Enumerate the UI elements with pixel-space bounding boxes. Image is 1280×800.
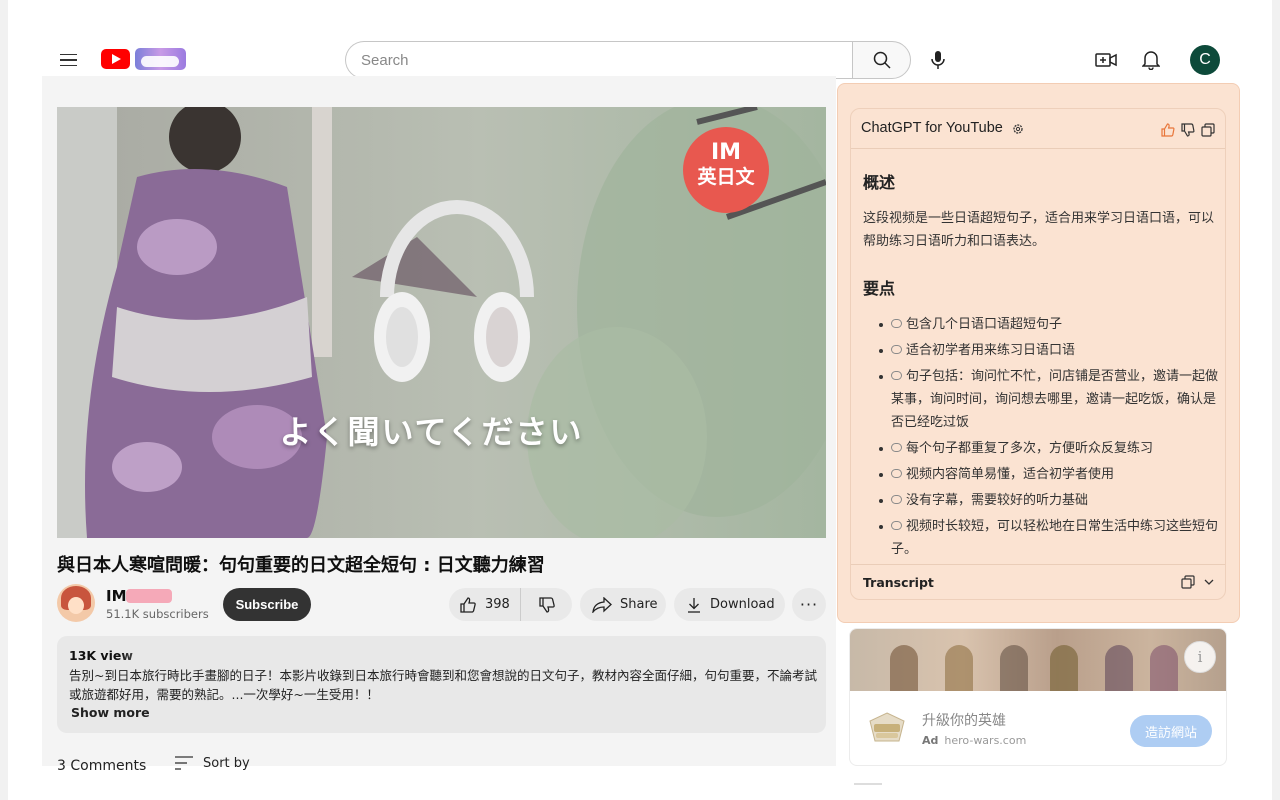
hero-figure — [945, 645, 973, 691]
show-more-link[interactable]: Show more — [71, 705, 150, 720]
youtube-logo[interactable] — [101, 49, 130, 69]
video-create-icon — [1095, 52, 1117, 68]
channel-name-redaction — [126, 589, 172, 603]
badge-line-2: 英日文 — [683, 165, 769, 189]
like-dislike-group: 398 — [449, 588, 572, 621]
sort-by-button[interactable]: Sort by — [203, 756, 250, 771]
ad-title[interactable]: 升級你的英雄 — [922, 710, 1006, 730]
share-label: Share — [620, 597, 658, 612]
search-input[interactable] — [361, 52, 852, 69]
voice-search-button[interactable] — [922, 44, 954, 76]
transcript-actions — [1181, 575, 1215, 589]
sort-icon[interactable] — [175, 756, 193, 770]
thumbs-up-icon — [459, 596, 477, 614]
more-actions-button[interactable]: ··· — [792, 588, 826, 621]
hero-figure — [1150, 645, 1178, 691]
speech-bubble-icon — [891, 319, 902, 328]
speech-bubble-icon — [891, 345, 902, 354]
speech-bubble-icon — [891, 443, 902, 452]
hero-wars-logo — [866, 711, 908, 745]
description-box[interactable]: 13K view 告別~到日本旅行時比手畫腳的日子！本影片收錄到日本旅行時會聽到… — [57, 636, 826, 733]
ad-info-button[interactable]: i — [1184, 641, 1216, 673]
list-item: 句子包括：询问忙不忙，问店铺是否营业，邀请一起做某事，询问时间，询问想去哪里，邀… — [863, 365, 1219, 434]
search-icon — [873, 51, 891, 69]
ad-banner-image[interactable]: i — [850, 629, 1226, 691]
description-text: 告別~到日本旅行時比手畫腳的日子！本影片收錄到日本旅行時會聽到和您會想說的日文句… — [69, 666, 819, 704]
badge-line-1: IM — [683, 141, 769, 165]
divider — [851, 564, 1225, 565]
ad-domain: hero-wars.com — [944, 734, 1026, 747]
transcript-toggle[interactable]: Transcript — [863, 575, 934, 590]
video-title: 與日本人寒喧問暖：句句重要的日文超全短句 : 日文聽力練習 — [57, 551, 545, 577]
thumbs-down-icon[interactable] — [1181, 123, 1195, 137]
thumbs-up-icon[interactable] — [1161, 123, 1175, 137]
chatgpt-extension-panel: ChatGPT for YouTube 概述 这段视频是一些日语超短句子，适合用… — [837, 83, 1240, 623]
channel-avatar[interactable] — [57, 584, 95, 622]
video-caption: よく聞いてください — [57, 407, 826, 453]
comments-count: 3 Comments — [57, 758, 146, 774]
youtube-doodle-logo[interactable] — [135, 48, 186, 70]
notifications-button[interactable] — [1135, 44, 1167, 76]
visit-site-button[interactable]: 造訪網站 — [1130, 715, 1212, 747]
hero-figure — [1105, 645, 1133, 691]
like-count: 398 — [485, 597, 510, 612]
download-label: Download — [710, 597, 775, 612]
subscribe-button[interactable]: Subscribe — [223, 588, 311, 621]
channel-name[interactable]: IM — [106, 587, 127, 605]
speech-bubble-icon — [891, 521, 902, 530]
menu-icon[interactable] — [52, 44, 84, 76]
ad-meta: Ad hero-wars.com — [922, 734, 1026, 747]
speech-bubble-icon — [891, 371, 902, 380]
summary-text: 这段视频是一些日语超短句子，适合用来学习日语口语，可以帮助练习日语听力和口语表达… — [863, 207, 1219, 253]
key-points-list: 包含几个日语口语超短句子 适合初学者用来练习日语口语 句子包括：询问忙不忙，问店… — [863, 313, 1219, 561]
list-item: 没有字幕，需要较好的听力基础 — [863, 489, 1219, 512]
like-button[interactable]: 398 — [449, 588, 521, 621]
speech-bubble-icon — [891, 495, 902, 504]
chatgpt-title: ChatGPT for YouTube — [861, 120, 1003, 136]
list-item: 适合初学者用来练习日语口语 — [863, 339, 1219, 362]
list-item: 视频内容简单易懂，适合初学者使用 — [863, 463, 1219, 486]
chatgpt-header: ChatGPT for YouTube — [851, 109, 1225, 149]
copy-icon[interactable] — [1181, 575, 1195, 589]
key-points-heading: 要点 — [863, 275, 1219, 299]
hero-figure — [890, 645, 918, 691]
dislike-button[interactable] — [521, 596, 572, 614]
bell-icon — [1142, 50, 1160, 70]
divider — [854, 783, 882, 785]
download-icon — [686, 597, 702, 613]
search-bar — [345, 41, 852, 79]
video-player[interactable]: IM 英日文 よく聞いてください — [57, 107, 826, 538]
summary-heading: 概述 — [863, 169, 1219, 193]
chevron-down-icon[interactable] — [1203, 576, 1215, 588]
create-button[interactable] — [1090, 44, 1122, 76]
ad-tag: Ad — [922, 734, 938, 747]
search-button[interactable] — [852, 41, 911, 79]
view-count-fade — [119, 646, 269, 662]
list-item: 每个句子都重复了多次，方便听众反复练习 — [863, 437, 1219, 460]
hero-figure — [1000, 645, 1028, 691]
thumbs-down-icon — [538, 596, 556, 614]
chatgpt-summary-card: ChatGPT for YouTube 概述 这段视频是一些日语超短句子，适合用… — [850, 108, 1226, 600]
download-button[interactable]: Download — [674, 588, 785, 621]
channel-badge: IM 英日文 — [683, 127, 769, 213]
account-avatar[interactable]: C — [1190, 45, 1220, 75]
copy-icon[interactable] — [1201, 123, 1215, 137]
speech-bubble-icon — [891, 469, 902, 478]
subscriber-count: 51.1K subscribers — [106, 607, 209, 621]
chatgpt-actions — [1161, 123, 1215, 137]
gear-icon[interactable] — [1012, 123, 1024, 135]
ad-card[interactable]: i 升級你的英雄 Ad hero-wars.com 造訪網站 — [849, 628, 1227, 766]
list-item: 包含几个日语口语超短句子 — [863, 313, 1219, 336]
hero-figure — [1050, 645, 1078, 691]
chatgpt-body: 概述 这段视频是一些日语超短句子，适合用来学习日语口语，可以帮助练习日语听力和口… — [863, 169, 1219, 564]
share-icon — [592, 597, 612, 613]
microphone-icon — [930, 50, 946, 70]
list-item: 视频时长较短，可以轻松地在日常生活中练习这些短句子。 — [863, 515, 1219, 561]
share-button[interactable]: Share — [580, 588, 666, 621]
